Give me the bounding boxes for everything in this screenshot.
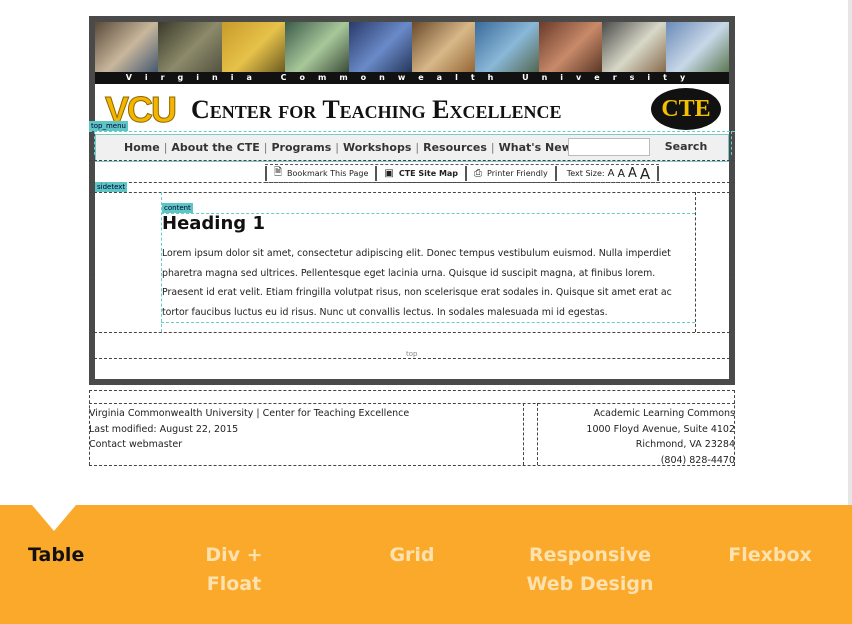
nav-item-whats-new[interactable]: What's New — [499, 141, 572, 154]
outline-side-left — [94, 192, 95, 332]
search-button[interactable]: Search — [654, 138, 718, 156]
tab-grid[interactable]: Grid — [388, 541, 436, 570]
top-link[interactable]: top — [406, 350, 417, 358]
nav-item-home[interactable]: Home — [124, 141, 160, 154]
content-paragraph-line: Praesent id erat velit. Etiam fringilla … — [162, 287, 672, 298]
tab-table[interactable]: Table — [28, 541, 84, 570]
university-bar: Virginia Commonwealth University — [95, 72, 729, 84]
text-size-option[interactable]: A — [628, 166, 637, 181]
nav-separator: | — [263, 141, 268, 154]
active-tab-indicator — [32, 505, 76, 531]
utility-bar: 🗎 Bookmark This Page ▣ CTE Site Map ⎙ Pr… — [265, 164, 660, 183]
footer-address-line: (804) 828-4470 — [660, 454, 735, 466]
footer-left: Virginia Commonwealth University | Cente… — [89, 406, 409, 453]
content-body: Lorem ipsum dolor sit amet, consectetur … — [162, 244, 696, 340]
tab-flexbox[interactable]: Flexbox — [728, 541, 812, 570]
page-right-rule — [848, 0, 852, 505]
bookmark-icon: 🗎 — [274, 167, 283, 178]
nav-item-about[interactable]: About the CTE — [171, 141, 259, 154]
outline-main-top — [89, 192, 735, 193]
text-size-control: Text Size: A A A A — [554, 165, 660, 183]
nav-links: Home | About the CTE | Programs | Workshops | Re… — [124, 135, 572, 161]
outline-top-menu-top — [89, 131, 735, 132]
tag-sidetext: sidetext — [95, 182, 128, 192]
tag-top-menu: top_menu — [89, 121, 128, 131]
printer-icon: ⎙ — [474, 168, 483, 179]
bookmark-label: Bookmark This Page — [287, 169, 369, 178]
search-input[interactable] — [568, 138, 650, 156]
footer-right: Academic Learning Commons 1000 Floyd Ave… — [586, 406, 735, 468]
text-size-label: Text Size: — [566, 169, 605, 178]
nav-item-workshops[interactable]: Workshops — [343, 141, 411, 154]
sitemap-link[interactable]: ▣ CTE Site Map — [375, 166, 465, 181]
content-paragraph-line: pharetra magna sed ultrices. Pellentesqu… — [162, 267, 656, 279]
footer-address-line: Richmond, VA 23284 — [635, 439, 735, 450]
sitemap-label: CTE Site Map — [398, 169, 459, 178]
nav-separator: | — [490, 141, 495, 154]
masthead: VCU Center for Teaching Excellence CTE — [95, 84, 729, 132]
bookmark-link[interactable]: 🗎 Bookmark This Page — [265, 166, 375, 181]
text-size-option[interactable]: A — [617, 167, 625, 180]
tab-responsive-web-design[interactable]: Responsive Web Design — [524, 541, 656, 599]
tab-div-float[interactable]: Div + Float — [178, 541, 290, 599]
tag-content: content — [162, 203, 193, 213]
cte-badge-logo[interactable]: CTE — [651, 88, 721, 130]
content-paragraph-line: tortor faucibus luctus eu id risus. Nunc… — [162, 306, 608, 318]
printer-label: Printer Friendly — [487, 169, 548, 178]
content-paragraph-line: Lorem ipsum dolor sit amet, consectetur … — [162, 248, 671, 259]
sitemap-icon: ▣ — [384, 168, 394, 179]
page-heading: Heading 1 — [162, 213, 265, 234]
nav-item-resources[interactable]: Resources — [423, 141, 487, 154]
nav-separator: | — [335, 141, 339, 154]
footer-address-line: Academic Learning Commons — [593, 408, 735, 419]
footer-line: Last modified: August 22, 2015 — [89, 423, 239, 435]
outline-frame-right — [729, 192, 730, 332]
text-size-option[interactable]: A — [640, 165, 650, 183]
text-size-option[interactable]: A — [608, 168, 615, 179]
cte-title-logo[interactable]: Center for Teaching Excellence — [191, 92, 562, 128]
outline-top-menu-left — [94, 131, 95, 155]
outline-footer-top — [89, 390, 735, 391]
top-menu: Home | About the CTE | Programs | Workshops | Re… — [95, 134, 729, 162]
nav-separator: | — [163, 141, 168, 154]
outline-top-menu-right — [731, 131, 732, 155]
nav-item-programs[interactable]: Programs — [271, 141, 331, 154]
outline-util-top — [89, 160, 735, 161]
footer: Virginia Commonwealth University | Cente… — [89, 404, 735, 466]
contact-webmaster-link[interactable]: Contact webmaster — [89, 437, 409, 453]
printer-link[interactable]: ⎙ Printer Friendly — [465, 166, 555, 181]
footer-line: Virginia Commonwealth University | Cente… — [89, 408, 410, 419]
outline-top-row — [94, 358, 730, 359]
nav-separator: | — [415, 141, 420, 154]
footer-address-line: 1000 Floyd Avenue, Suite 4102 — [586, 423, 735, 435]
